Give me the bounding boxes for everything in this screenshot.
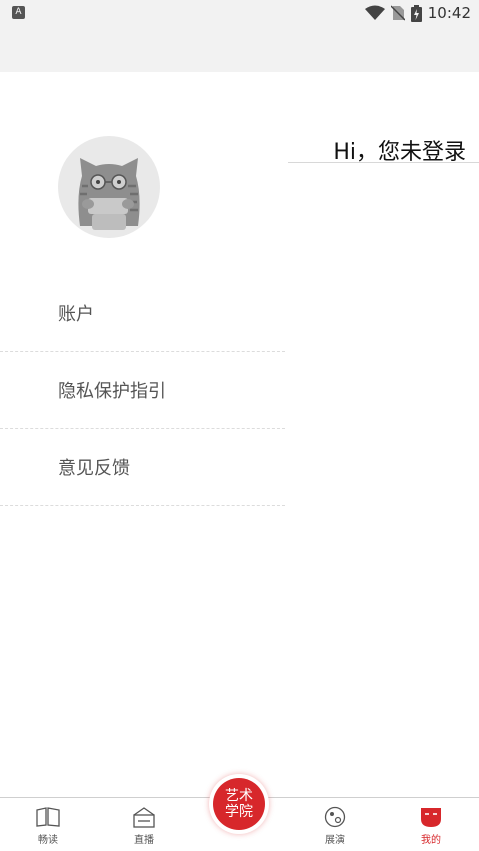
tab-performances[interactable]: 展演 [287,798,383,851]
greeting-divider [288,162,479,163]
face-icon [421,808,441,827]
header-band [0,27,479,72]
wifi-icon [364,5,385,20]
app-notification-icon: A [12,6,25,19]
tab-label: 畅读 [38,835,58,846]
battery-charging-icon [410,4,422,22]
tab-reading[interactable]: 畅读 [0,798,96,851]
tv-icon [133,807,155,828]
no-sim-icon [390,5,405,21]
menu-item-account[interactable]: 账户 [0,275,285,352]
book-icon [36,807,60,827]
cat-avatar-icon [78,158,140,230]
art-academy-label-line1: 艺术 [225,788,253,804]
status-bar: A 10:42 [0,0,479,27]
menu-item-privacy-guide[interactable]: 隐私保护指引 [0,352,285,429]
profile-menu: 账户 隐私保护指引 意见反馈 [0,275,285,506]
menu-item-label: 账户 [58,304,94,325]
menu-item-label: 隐私保护指引 [58,381,166,402]
avatar[interactable] [58,136,160,238]
art-academy-button[interactable]: 艺术 学院 [209,774,269,834]
menu-item-label: 意见反馈 [58,458,130,479]
clock: 10:42 [427,4,471,22]
tab-mine[interactable]: 我的 [383,798,479,851]
tab-live[interactable]: 直播 [96,798,192,851]
art-academy-label-line2: 学院 [225,804,253,820]
globe-icon [324,806,346,828]
status-icons: 10:42 [364,3,471,23]
art-academy-badge: 艺术 学院 [213,778,265,830]
tab-label: 展演 [325,835,345,846]
tab-label: 直播 [134,835,154,846]
tab-label: 我的 [421,835,441,846]
menu-item-feedback[interactable]: 意见反馈 [0,429,285,506]
